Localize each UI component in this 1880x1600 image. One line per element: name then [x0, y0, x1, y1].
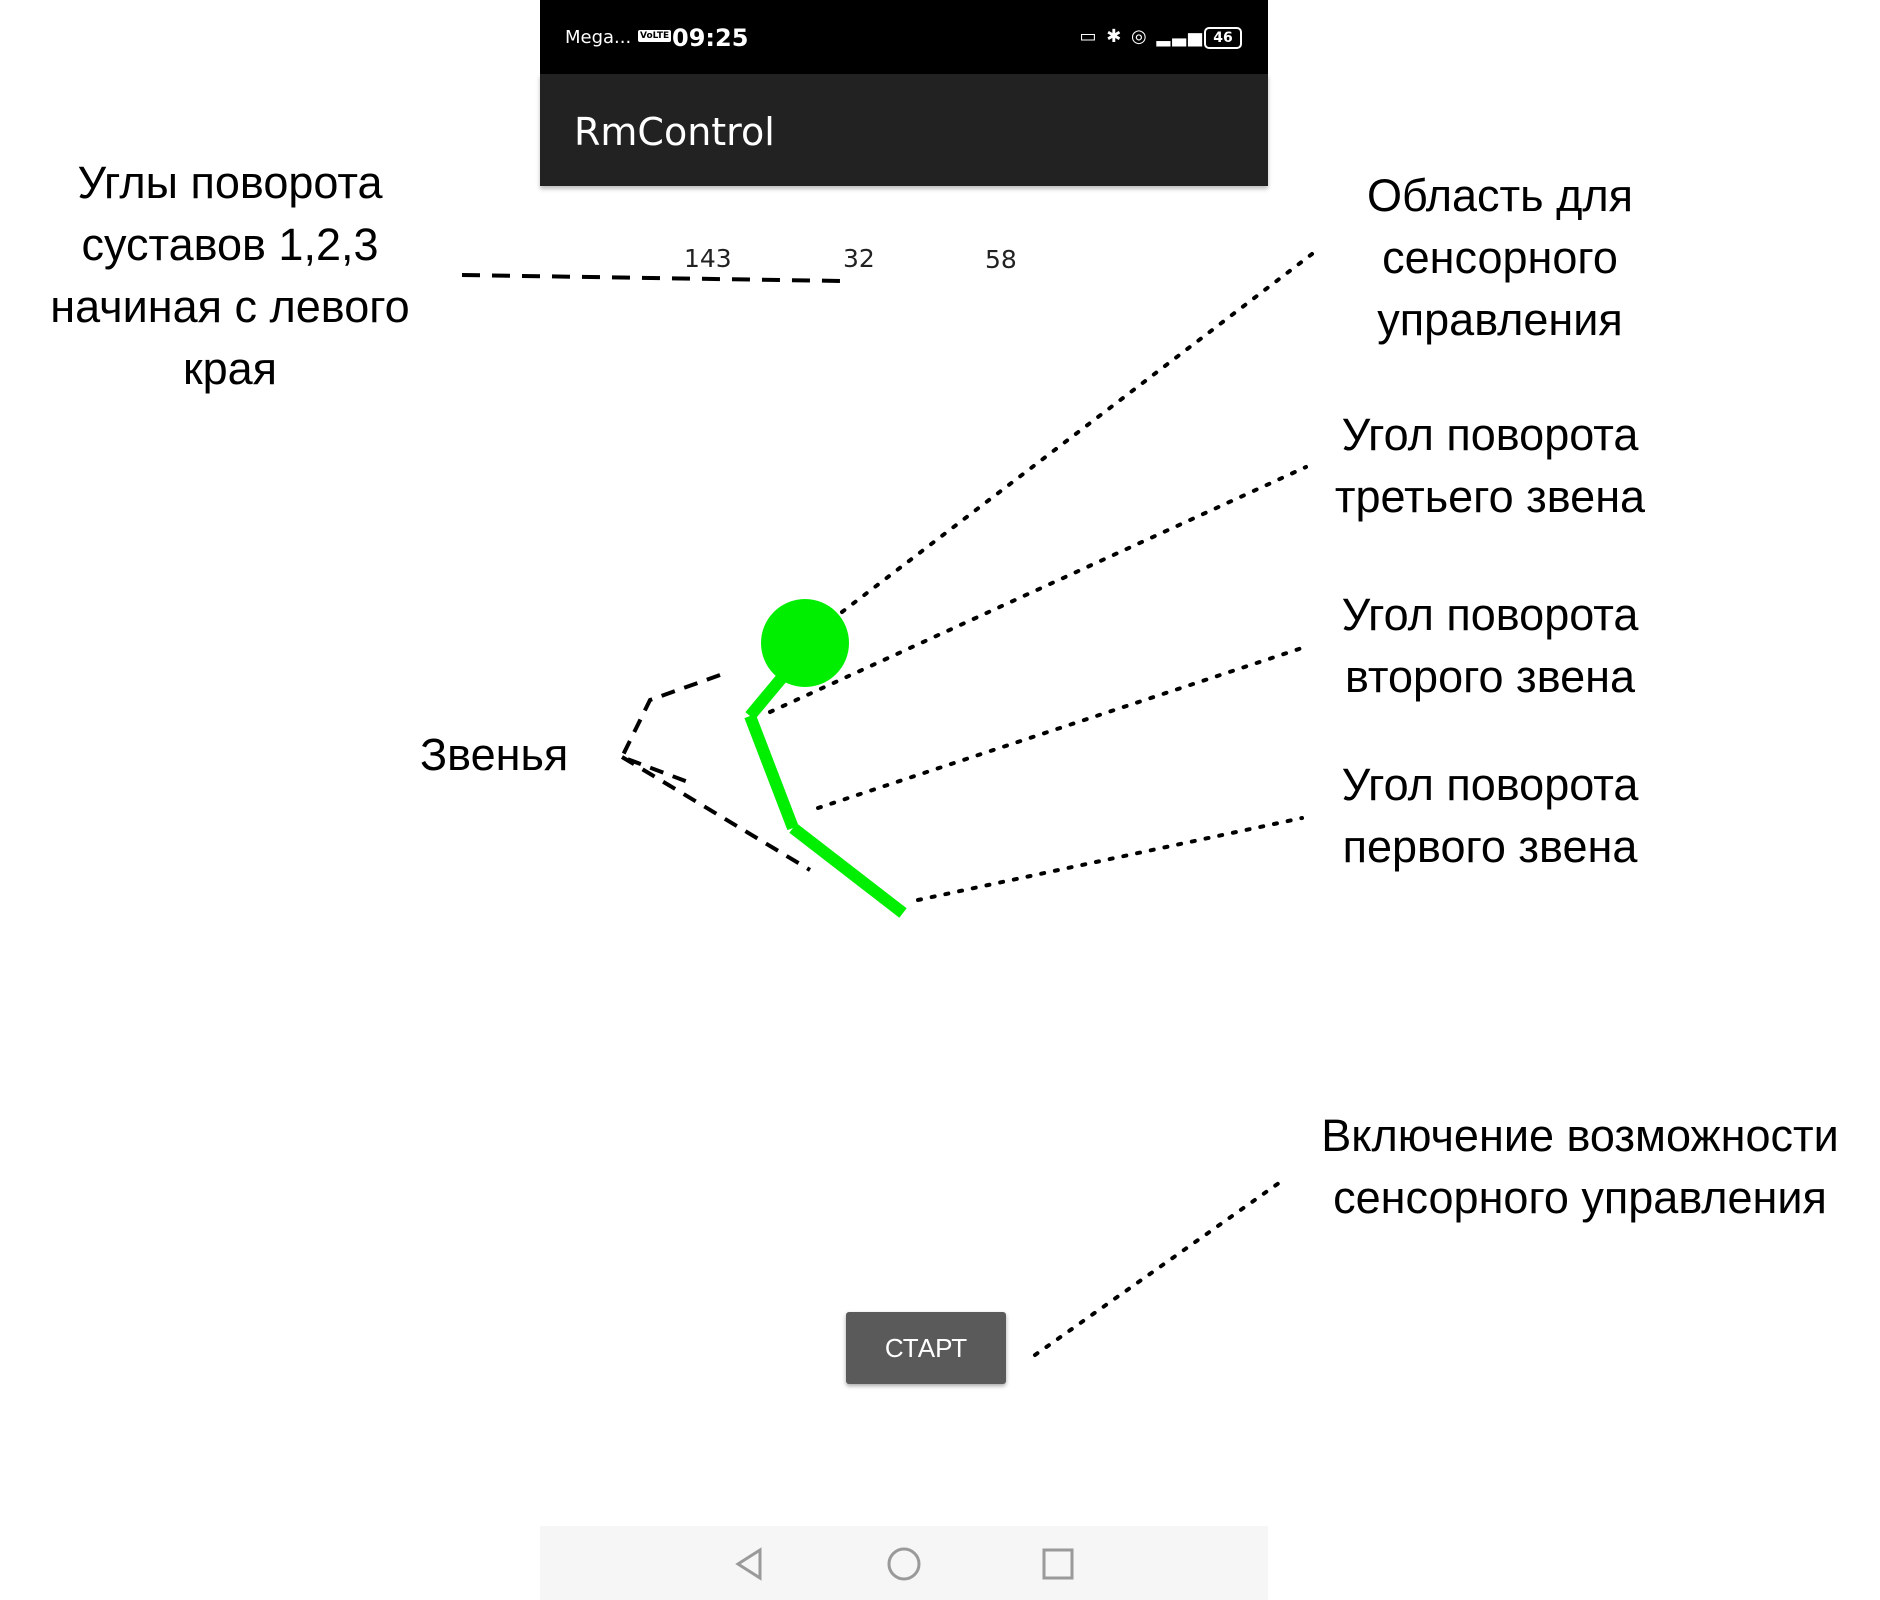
third-link-angle-annotation: Угол поворота третьего звена [1290, 404, 1690, 528]
joint-angle-1: 143 [684, 244, 732, 273]
annotation-line: Угол поворота [1341, 589, 1639, 640]
annotation-line: начиная с левого [50, 281, 410, 332]
battery-icon: 46 [1204, 27, 1242, 49]
joint-angle-2: 32 [843, 244, 875, 273]
annotation-line: сенсорного управления [1333, 1172, 1827, 1223]
home-icon[interactable] [884, 1544, 924, 1584]
first-link-angle-annotation: Угол поворота первого звена [1290, 754, 1690, 878]
carrier-name: Mega... [565, 27, 632, 48]
annotation-line: Углы поворота [77, 157, 383, 208]
annotation-line: второго звена [1345, 651, 1635, 702]
annotation-line: Область для [1367, 170, 1633, 221]
annotation-line: Угол поворота [1341, 409, 1639, 460]
app-title: RmControl [574, 110, 775, 154]
annotation-line: сенсорного [1382, 232, 1618, 283]
nfc-icon: ▭ [1079, 26, 1099, 47]
annotation-line: суставов 1,2,3 [81, 219, 379, 270]
status-bar: Mega... VoLTE 09:25 ▭ ✱ ◎ ▂▃▅ 46 [540, 0, 1268, 74]
phone-screen: Mega... VoLTE 09:25 ▭ ✱ ◎ ▂▃▅ 46 RmContr… [540, 0, 1268, 1600]
annotation-line: Угол поворота [1341, 759, 1639, 810]
annotation-line: третьего звена [1334, 471, 1646, 522]
status-time: 09:25 [672, 24, 749, 52]
annotation-line: управления [1377, 294, 1623, 345]
signal-icon: ▂▃▅ [1156, 26, 1204, 47]
status-icons: ▭ ✱ ◎ ▂▃▅ [1079, 26, 1204, 47]
hotspot-icon: ◎ [1131, 26, 1149, 47]
joint-angles-annotation: Углы поворота суставов 1,2,3 начиная с л… [20, 152, 440, 400]
annotation-line: Включение возможности [1321, 1110, 1839, 1161]
back-icon[interactable] [730, 1544, 770, 1584]
recents-icon[interactable] [1038, 1544, 1078, 1584]
joint-angle-3: 58 [985, 245, 1017, 274]
navigation-bar [540, 1526, 1268, 1600]
links-annotation: Звенья [420, 729, 569, 780]
volte-badge: VoLTE [638, 30, 672, 42]
touch-enable-annotation: Включение возможности сенсорного управле… [1290, 1105, 1870, 1229]
annotation-line: края [182, 343, 278, 394]
start-button[interactable]: СТАРТ [846, 1312, 1006, 1384]
second-link-angle-annotation: Угол поворота второго звена [1290, 584, 1690, 708]
annotation-line: первого звена [1342, 821, 1638, 872]
annotated-screenshot: Mega... VoLTE 09:25 ▭ ✱ ◎ ▂▃▅ 46 RmContr… [0, 0, 1880, 1600]
bluetooth-icon: ✱ [1106, 26, 1124, 47]
app-bar: RmControl [540, 74, 1268, 186]
touch-area-annotation: Область для сенсорного управления [1290, 165, 1710, 351]
